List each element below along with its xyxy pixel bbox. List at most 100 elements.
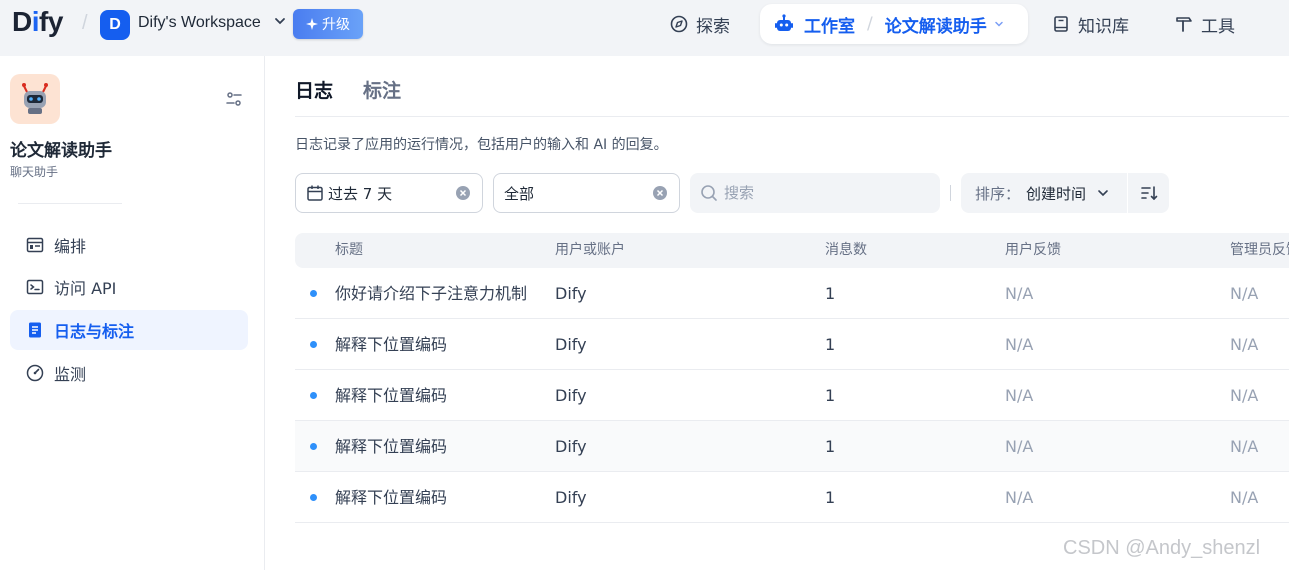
robot-icon: [22, 83, 48, 114]
cell-admin-feedback: N/A: [1230, 386, 1259, 405]
cell-user: Dify: [555, 488, 587, 507]
table-row[interactable]: 解释下位置编码 Dify 1 N/A N/A: [295, 472, 1289, 523]
tab-logs[interactable]: 日志: [295, 76, 333, 115]
file-text-icon: [29, 322, 41, 338]
sort-select[interactable]: 排序： 创建时间: [961, 173, 1127, 213]
sort-descending-icon: [1140, 186, 1157, 201]
cell-user: Dify: [555, 335, 587, 354]
sparkle-icon: [306, 18, 318, 30]
column-header-messages: 消息数: [825, 242, 867, 258]
breadcrumb-separator: /: [82, 12, 88, 34]
cell-admin-feedback: N/A: [1230, 488, 1259, 507]
search-box[interactable]: [690, 173, 940, 213]
cell-messages: 1: [825, 437, 836, 456]
logo-i: i: [31, 6, 40, 37]
unread-dot: [310, 392, 317, 399]
top-navbar: Dify / D Dify's Workspace 升级 探索 工作室 / 论文…: [0, 0, 1289, 56]
app-sidebar: 论文解读助手 聊天助手 编排 访问 API 日志与标注 监测: [0, 56, 265, 570]
cell-messages: 1: [825, 335, 836, 354]
period-filter[interactable]: 过去 7 天: [295, 173, 483, 213]
status-filter[interactable]: 全部: [493, 173, 680, 213]
cell-user-feedback: N/A: [1005, 386, 1034, 405]
cell-user-feedback: N/A: [1005, 284, 1034, 303]
nav-explore[interactable]: 探索: [670, 4, 730, 44]
nav-studio-label: 工作室: [804, 16, 855, 37]
nav-explore-label: 探索: [696, 16, 730, 37]
main-content: 日志 标注 日志记录了应用的运行情况，包括用户的输入和 AI 的回复。 过去 7…: [265, 56, 1289, 570]
workspace-avatar[interactable]: D: [100, 10, 130, 40]
upgrade-button[interactable]: 升级: [293, 9, 363, 39]
sidebar-item-label: 访问 API: [54, 279, 117, 298]
table-header: 标题 用户或账户 消息数 用户反馈 管理员反馈: [295, 233, 1289, 268]
unread-dot: [310, 443, 317, 450]
nav-knowledge-label: 知识库: [1078, 16, 1129, 37]
dify-logo[interactable]: Dify: [12, 6, 63, 38]
toolbar-divider: [950, 185, 951, 201]
workspace-name[interactable]: Dify's Workspace: [138, 14, 261, 32]
table-row[interactable]: 解释下位置编码 Dify 1 N/A N/A: [295, 421, 1289, 472]
cell-title: 解释下位置编码: [335, 488, 448, 507]
unread-dot: [310, 341, 317, 348]
app-type: 聊天助手: [10, 165, 59, 179]
sidebar-item-monitoring[interactable]: 监测: [10, 353, 248, 393]
sidebar-item-orchestrate[interactable]: 编排: [10, 225, 248, 265]
nav-tools-label: 工具: [1201, 16, 1235, 37]
sidebar-item-label: 监测: [54, 365, 87, 384]
cell-title: 解释下位置编码: [335, 437, 448, 456]
chevron-down-icon: [1098, 190, 1108, 197]
upgrade-label: 升级: [322, 17, 350, 33]
chevron-down-icon[interactable]: [993, 18, 1005, 30]
unread-dot: [310, 290, 317, 297]
cell-admin-feedback: N/A: [1230, 284, 1259, 303]
book-icon: [1054, 16, 1068, 32]
nav-knowledge[interactable]: 知识库: [1052, 4, 1129, 44]
table-row[interactable]: 解释下位置编码 Dify 1 N/A N/A: [295, 370, 1289, 421]
nav-separator: /: [867, 14, 873, 34]
cell-user: Dify: [555, 386, 587, 405]
hammer-icon: [1176, 17, 1192, 32]
sliders-icon[interactable]: [225, 90, 243, 108]
sort-label: 排序：: [975, 184, 1021, 203]
csdn-watermark: CSDN @Andy_shenzl: [1063, 537, 1261, 559]
column-header-admin-feedback: 管理员反馈: [1230, 242, 1289, 258]
logo-suffix: fy: [39, 6, 63, 37]
sidebar-item-api-access[interactable]: 访问 API: [10, 267, 248, 307]
table-row[interactable]: 你好请介绍下子注意力机制 Dify 1 N/A N/A: [295, 268, 1289, 319]
app-name: 论文解读助手: [10, 141, 112, 161]
sidebar-item-label: 日志与标注: [54, 322, 135, 341]
nav-tools[interactable]: 工具: [1175, 4, 1235, 44]
cell-admin-feedback: N/A: [1230, 437, 1259, 456]
search-input[interactable]: [724, 184, 924, 202]
sidebar-item-label: 编排: [54, 237, 87, 256]
tabs-divider: [295, 116, 1289, 117]
cell-messages: 1: [825, 386, 836, 405]
log-table-body: 你好请介绍下子注意力机制 Dify 1 N/A N/A 解释下位置编码 Dify…: [295, 268, 1289, 523]
unread-dot: [310, 494, 317, 501]
logo-prefix: D: [12, 6, 32, 37]
chevron-down-icon[interactable]: [273, 14, 287, 28]
cell-admin-feedback: N/A: [1230, 335, 1259, 354]
column-header-user-feedback: 用户反馈: [1005, 242, 1061, 258]
table-row[interactable]: 解释下位置编码 Dify 1 N/A N/A: [295, 319, 1289, 370]
sort-order-button[interactable]: [1128, 173, 1169, 213]
sidebar-divider: [18, 203, 122, 204]
search-icon: [701, 185, 717, 201]
page-description: 日志记录了应用的运行情况，包括用户的输入和 AI 的回复。: [295, 137, 668, 153]
tab-bar: 日志 标注: [295, 76, 401, 115]
column-header-user: 用户或账户: [555, 242, 625, 258]
clear-icon[interactable]: [456, 186, 470, 200]
nav-studio[interactable]: 工作室 / 论文解读助手: [760, 4, 1028, 44]
cell-title: 解释下位置编码: [335, 335, 448, 354]
clear-icon[interactable]: [653, 186, 667, 200]
cell-title: 你好请介绍下子注意力机制: [335, 284, 528, 303]
cell-user: Dify: [555, 284, 587, 303]
cell-user-feedback: N/A: [1005, 437, 1034, 456]
current-app-switcher[interactable]: 论文解读助手: [885, 12, 987, 37]
sidebar-item-logs-annotations[interactable]: 日志与标注: [10, 310, 248, 350]
calendar-icon: [307, 185, 323, 201]
cell-messages: 1: [825, 488, 836, 507]
tab-annotations[interactable]: 标注: [363, 76, 401, 115]
terminal-icon: [26, 279, 44, 295]
gauge-icon: [26, 364, 44, 382]
robot-icon: [775, 14, 793, 31]
